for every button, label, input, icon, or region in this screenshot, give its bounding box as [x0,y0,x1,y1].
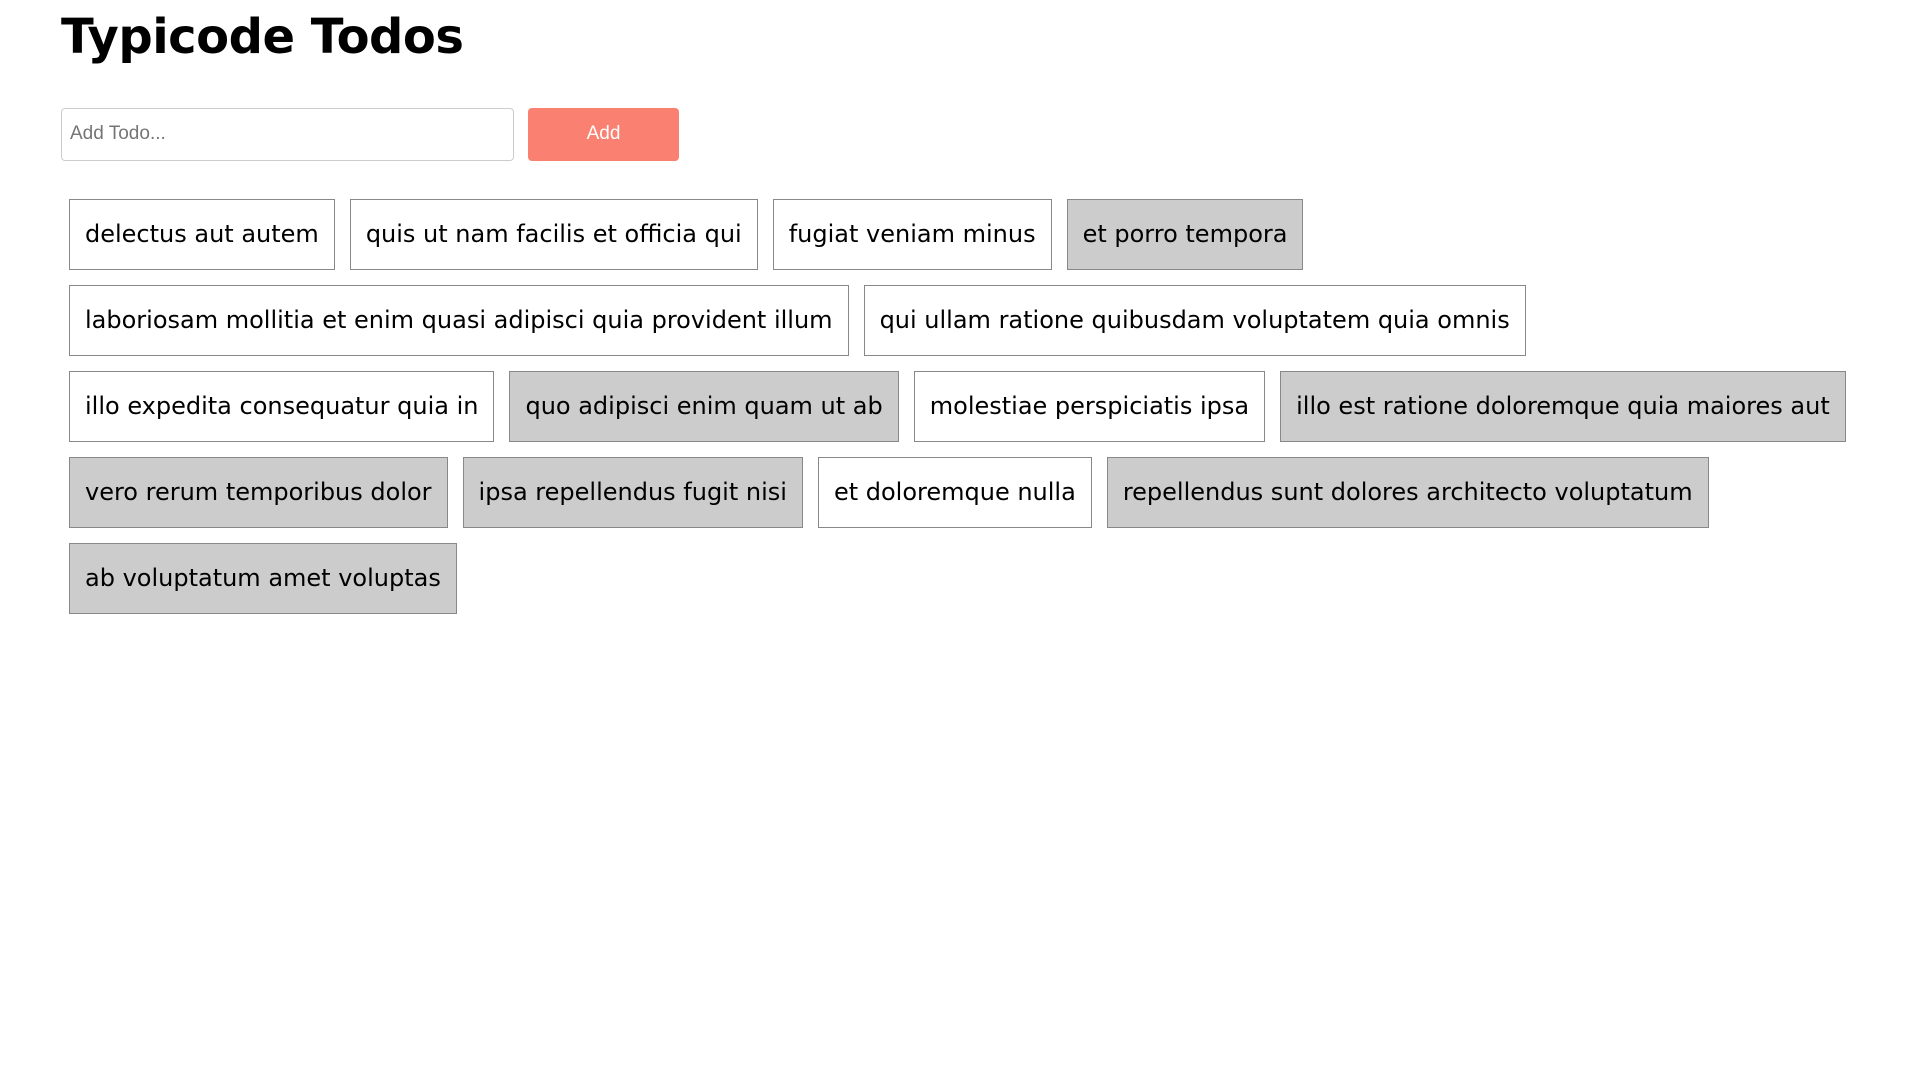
todo-list: delectus aut autem quis ut nam facilis e… [69,199,1889,629]
todo-item[interactable]: quis ut nam facilis et officia qui [349,199,758,270]
todo-item[interactable]: et porro tempora [1066,199,1304,270]
add-todo-input[interactable] [61,107,514,161]
todo-item[interactable]: illo est ratione doloremque quia maiores… [1280,371,1846,442]
todo-item[interactable]: qui ullam ratione quibusdam voluptatem q… [863,285,1526,356]
todo-item[interactable]: delectus aut autem [69,199,335,270]
todo-item[interactable]: illo expedita consequatur quia in [69,371,495,442]
todo-app: Typicode Todos Add delectus aut autem qu… [0,0,1919,629]
add-button[interactable]: Add [528,107,679,161]
todo-item[interactable]: ab voluptatum amet voluptas [69,543,457,614]
page-title: Typicode Todos [61,9,464,65]
todo-item[interactable]: repellendus sunt dolores architecto volu… [1106,457,1709,528]
todo-item[interactable]: fugiat veniam minus [772,199,1052,270]
todo-item[interactable]: ipsa repellendus fugit nisi [462,457,803,528]
todo-item[interactable]: vero rerum temporibus dolor [69,457,448,528]
todo-item[interactable]: et doloremque nulla [817,457,1092,528]
todo-item[interactable]: laboriosam mollitia et enim quasi adipis… [69,285,849,356]
todo-item[interactable]: molestiae perspiciatis ipsa [913,371,1266,442]
add-todo-form: Add [61,107,1919,161]
todo-item[interactable]: quo adipisci enim quam ut ab [509,371,899,442]
